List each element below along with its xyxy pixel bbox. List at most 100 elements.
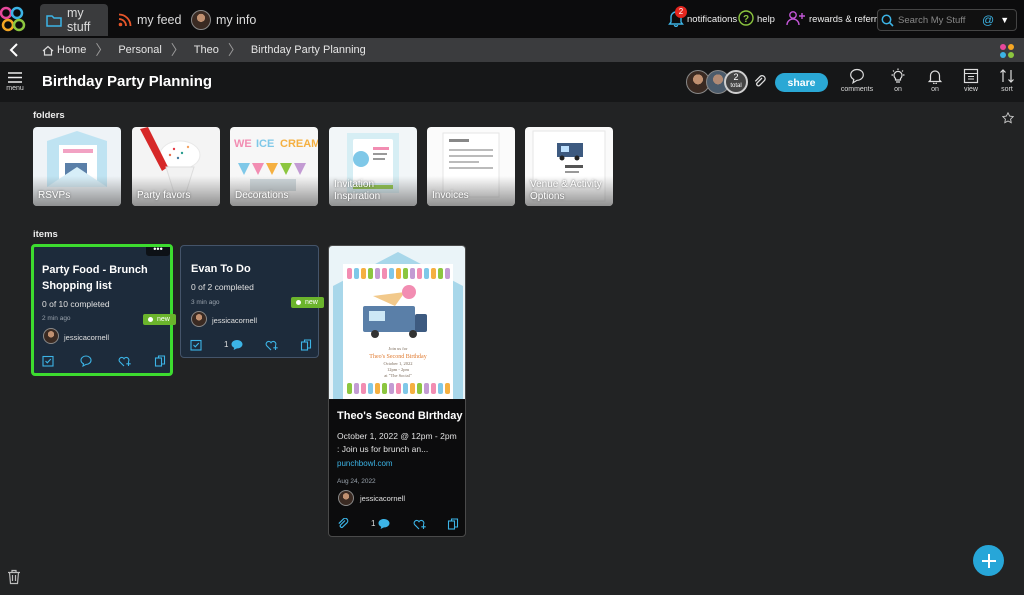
lightbulb-icon [891,68,905,83]
link-preview-image: Join us for Theo's Second Birthday Octob… [329,246,465,399]
insights-toggle[interactable]: on [883,68,913,100]
chevron-down-icon[interactable]: ▼ [1000,15,1009,25]
breadcrumb: Home 〉 Personal 〉 Theo 〉 Birthday Party … [42,38,366,62]
folder-rsvps[interactable]: RSVPs [33,127,121,206]
search-box: @ ▼ [877,9,1017,31]
member-total-count: 2 [733,72,739,82]
comment-count: 1 [224,340,229,349]
folder-label: Invitation Inspiration [334,179,381,202]
breadcrumb-item[interactable]: Theo [194,44,219,56]
at-filter-icon[interactable]: @ [982,13,994,27]
comment-icon[interactable] [80,355,92,367]
bell-icon [927,70,943,84]
tab-my-feed[interactable]: my feed [118,4,181,36]
chevron-left-icon [9,43,18,57]
menu-button[interactable]: menu [0,62,30,102]
invite-text: 12pm - 2pm [387,367,409,372]
folder-label: Invoices [432,190,469,201]
notifications-toggle[interactable]: on [920,68,950,100]
share-button[interactable]: share [775,73,828,92]
menu-label: menu [6,85,24,92]
sort-icon [1000,69,1014,83]
add-favorite-icon[interactable] [265,339,279,351]
link-card-theo-birthday[interactable]: Join us for Theo's Second Birthday Octob… [328,245,466,537]
item-timestamp: 2 min ago [42,315,71,322]
search-icon[interactable] [881,14,894,27]
comment-filled-icon[interactable] [377,518,391,530]
checklist-icon[interactable] [190,339,202,351]
checklist-icon[interactable] [42,355,54,367]
notifications-button[interactable]: 2 notifications [668,0,737,38]
home-icon [42,45,54,56]
chevron-right-icon: 〉 [170,42,185,58]
item-progress: 0 of 10 completed [42,299,110,309]
avatar [43,328,59,344]
notifications-label: notifications [687,13,738,25]
item-card-party-food[interactable]: ••• Party Food - Brunch Shopping list 0 … [31,244,173,376]
add-favorite-icon[interactable] [118,355,132,367]
back-button[interactable] [0,38,28,62]
folder-label: RSVPs [38,190,71,201]
items-heading: items [33,229,58,240]
folder-invoices[interactable]: Invoices [427,127,515,206]
link-domain[interactable]: punchbowl.com [337,459,393,468]
top-bar: my stuff my feed my info 2 notifications… [0,0,1024,38]
hamburger-icon [8,72,22,83]
folder-venue-activity-options[interactable]: Venue & Activity Options [525,127,613,206]
tool-label: comments [840,86,874,93]
folder-invitation-inspiration[interactable]: Invitation Inspiration [329,127,417,206]
folder-decorations[interactable]: WE ICE CREAM Decorations [230,127,318,206]
item-user: jessicacornell [212,316,258,325]
comments-button[interactable]: comments [840,68,874,100]
svg-text:WE: WE [234,138,252,150]
trash-icon[interactable] [7,569,21,585]
tab-my-stuff[interactable]: my stuff [40,4,108,36]
invite-text: Join us for [389,346,409,351]
view-button[interactable]: view [956,68,986,100]
add-favorite-icon[interactable] [413,518,427,530]
star-icon[interactable] [1002,112,1014,124]
item-title: Evan To Do [191,263,251,275]
svg-text:CREAM: CREAM [280,138,318,150]
folder-icon [46,13,62,27]
folder-party-favors[interactable]: Party favors [132,127,220,206]
bell-icon: 2 [668,5,687,30]
title-bar: menu Birthday Party Planning 2 total sha… [0,62,1024,102]
breadcrumb-home[interactable]: Home [42,44,86,56]
rewards-button[interactable]: rewards & referrals [786,0,889,38]
item-progress: 0 of 2 completed [191,282,254,292]
link-title: Theo's Second BIrthday [337,410,463,422]
copy-icon[interactable] [447,518,459,530]
link-user: jessicacornell [360,494,406,503]
app-logo[interactable] [0,4,30,34]
svg-text:ICE: ICE [256,138,274,150]
tab-label: my feed [137,13,182,27]
chevron-right-icon: 〉 [95,42,110,58]
page-title: Birthday Party Planning [42,73,213,90]
add-button[interactable] [973,545,1004,576]
copy-icon[interactable] [154,355,166,367]
search-input[interactable] [898,14,980,26]
add-user-icon [786,10,806,29]
apps-grid-icon[interactable] [998,42,1016,60]
chevron-right-icon: 〉 [227,42,242,58]
copy-icon[interactable] [300,339,312,351]
paperclip-icon[interactable] [337,518,349,530]
paperclip-icon[interactable] [753,75,767,89]
folders-heading: folders [33,110,65,121]
tool-label: on [894,86,902,93]
invite-text: at "The Social" [384,373,412,378]
help-button[interactable]: ? help [738,0,775,38]
more-options-icon[interactable]: ••• [146,245,170,256]
invite-text: Theo's Second Birthday [369,354,426,360]
comment-filled-icon[interactable] [230,339,244,351]
link-description: October 1, 2022 @ 12pm - 2pm : Join us f… [337,431,457,454]
breadcrumb-item-current: Birthday Party Planning [250,44,366,56]
breadcrumb-item[interactable]: Personal [118,44,161,56]
sort-button[interactable]: sort [992,68,1022,100]
tab-my-info[interactable]: my info [191,4,256,36]
tab-label: my stuff [67,6,91,34]
link-date: Aug 24, 2022 [337,478,376,485]
member-total[interactable]: 2 total [724,70,748,94]
help-label: help [757,13,775,25]
